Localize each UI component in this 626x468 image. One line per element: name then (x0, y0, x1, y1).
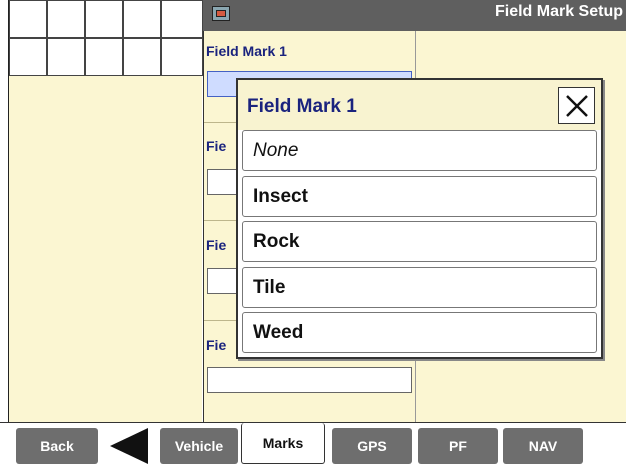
grid-cell[interactable] (9, 38, 47, 76)
option-rock[interactable]: Rock (242, 221, 597, 262)
close-button[interactable] (558, 87, 595, 124)
section-label: Fie (206, 138, 227, 154)
section-label: Field Mark 1 (206, 43, 287, 59)
tab-vehicle[interactable]: Vehicle (160, 428, 238, 464)
header-bar: Field Mark Setup (203, 0, 626, 31)
bottom-nav-bar: Back Vehicle Marks GPS PF NAV (0, 422, 626, 468)
section-label: Fie (206, 337, 227, 353)
page-title: Field Mark Setup (494, 3, 623, 20)
grid-cell[interactable] (9, 0, 47, 38)
popup-title: Field Mark 1 (247, 96, 357, 117)
left-arrow-icon[interactable] (106, 426, 150, 466)
back-button[interactable]: Back (16, 428, 98, 464)
section-label: Fie (206, 237, 227, 253)
field-mark-dropdown-popup: Field Mark 1 None Insect Rock Tile Weed (236, 78, 603, 359)
close-icon (565, 94, 588, 117)
grid-cell[interactable] (47, 38, 85, 76)
option-insect[interactable]: Insect (242, 176, 597, 217)
grid-cell[interactable] (161, 38, 203, 76)
grid-cell[interactable] (123, 38, 161, 76)
grid-cell[interactable] (123, 0, 161, 38)
tab-marks[interactable]: Marks (241, 423, 325, 464)
option-weed[interactable]: Weed (242, 312, 597, 353)
grid-cell[interactable] (47, 0, 85, 38)
grid-cell[interactable] (161, 0, 203, 38)
tab-pf[interactable]: PF (418, 428, 498, 464)
left-panel (8, 0, 203, 422)
option-tile[interactable]: Tile (242, 267, 597, 308)
field-mark-4-field[interactable] (207, 367, 412, 393)
tab-gps[interactable]: GPS (332, 428, 412, 464)
option-none[interactable]: None (242, 130, 597, 171)
grid-cell[interactable] (85, 38, 123, 76)
popup-header: Field Mark 1 (238, 80, 601, 130)
display-icon (212, 6, 230, 21)
tab-nav[interactable]: NAV (503, 428, 583, 464)
grid-cell[interactable] (85, 0, 123, 38)
